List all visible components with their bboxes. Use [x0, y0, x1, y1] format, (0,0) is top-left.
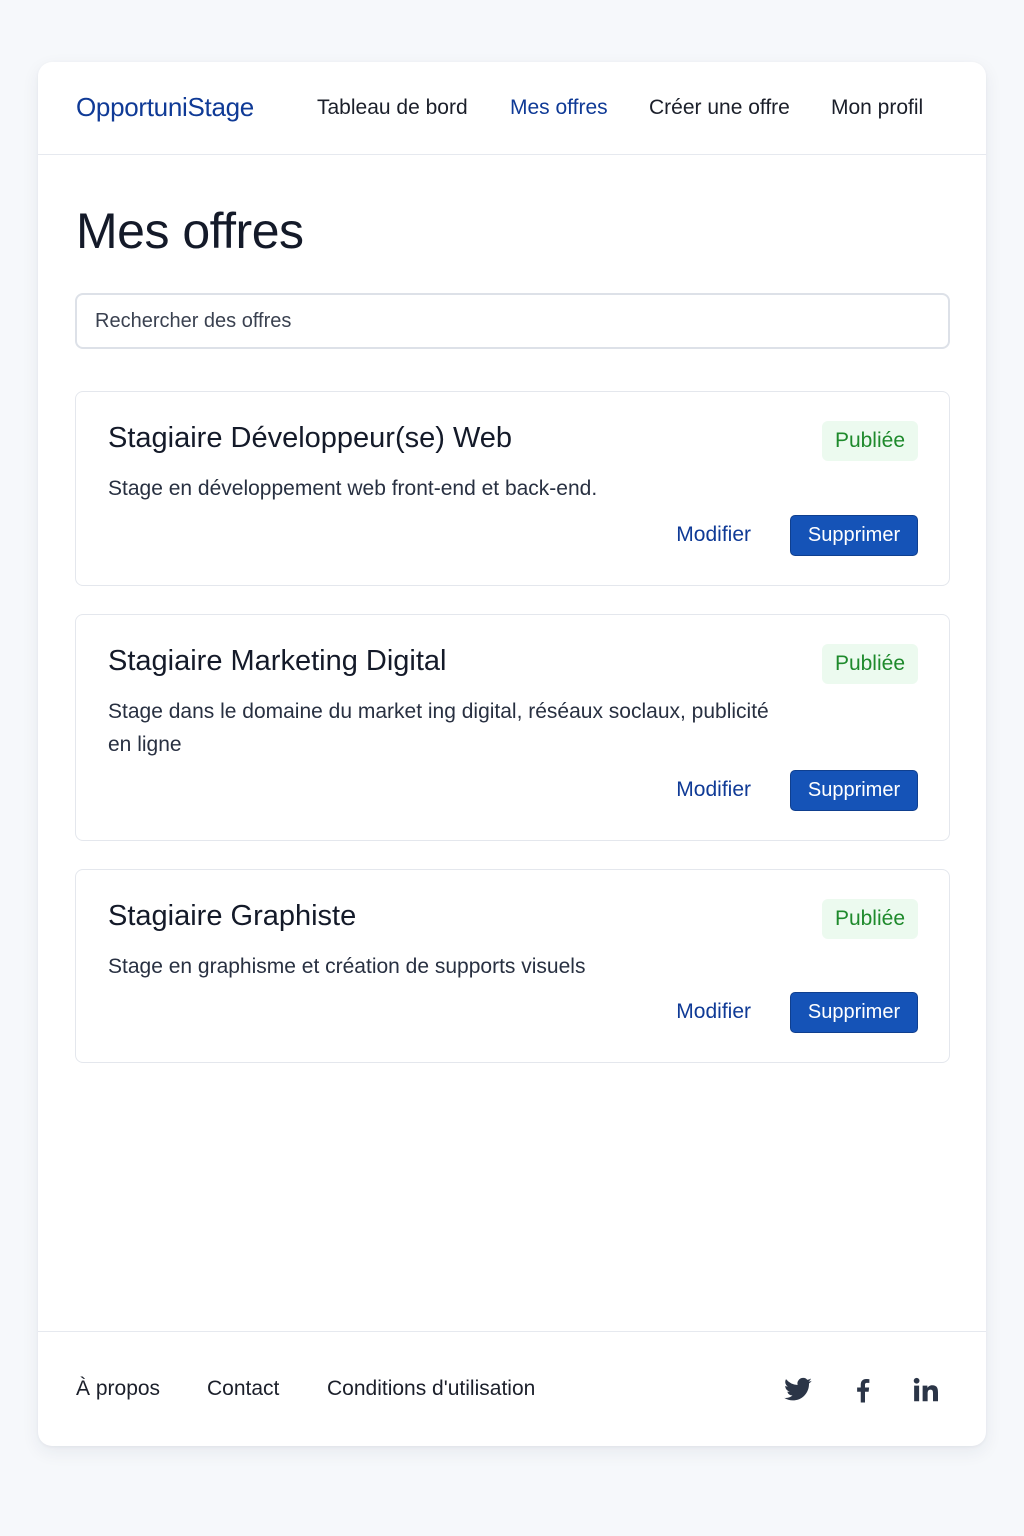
footer: À propos Contact Conditions d'utilisatio…: [38, 1331, 986, 1446]
page-title: Mes offres: [76, 203, 304, 259]
offer-description: Stage dans le domaine du market ing digi…: [108, 700, 769, 756]
modify-button[interactable]: Modifier: [676, 778, 751, 802]
offer-card: Stagiaire Graphiste Publiée Stage en gra…: [75, 869, 950, 1063]
status-badge: Publiée: [821, 899, 918, 939]
delete-button[interactable]: Supprimer: [790, 770, 918, 811]
offer-description: Stage en graphisme et création de suppor…: [108, 955, 586, 978]
footer-link-contact[interactable]: Contact: [207, 1377, 279, 1401]
nav-tableau-de-bord[interactable]: Tableau de bord: [317, 96, 468, 120]
nav-mes-offres[interactable]: Mes offres: [510, 96, 608, 120]
status-badge: Publiée: [821, 421, 918, 461]
offer-title: Stagiaire Développeur(se) Web: [108, 422, 513, 454]
footer-link-a-propos[interactable]: À propos: [76, 1377, 160, 1401]
footer-link-conditions[interactable]: Conditions d'utilisation: [327, 1377, 535, 1401]
app-window: OpportuniStage Tableau de bord Mes offre…: [38, 62, 986, 1446]
search-input[interactable]: [75, 293, 950, 349]
nav-creer-une-offre[interactable]: Créer une offre: [649, 96, 790, 120]
twitter-icon[interactable]: [783, 1375, 813, 1405]
linkedin-icon[interactable]: [911, 1375, 941, 1405]
top-navbar: OpportuniStage Tableau de bord Mes offre…: [38, 62, 986, 155]
offer-title: Stagiaire Graphiste: [108, 900, 357, 932]
status-badge: Publiée: [821, 644, 918, 684]
delete-button[interactable]: Supprimer: [790, 992, 918, 1033]
delete-button[interactable]: Supprimer: [790, 515, 918, 556]
offer-card: Stagiaire Marketing Digital Publiée Stag…: [75, 614, 950, 841]
offer-card: Stagiaire Développeur(se) Web Publiée St…: [75, 391, 950, 586]
modify-button[interactable]: Modifier: [676, 523, 751, 547]
offer-description: Stage en développement web front-end et …: [108, 477, 598, 500]
facebook-icon[interactable]: [848, 1375, 878, 1405]
nav-mon-profil[interactable]: Mon profil: [831, 96, 923, 120]
offer-title: Stagiaire Marketing Digital: [108, 645, 447, 677]
brand-logo[interactable]: OpportuniStage: [76, 92, 254, 123]
modify-button[interactable]: Modifier: [676, 1000, 751, 1024]
